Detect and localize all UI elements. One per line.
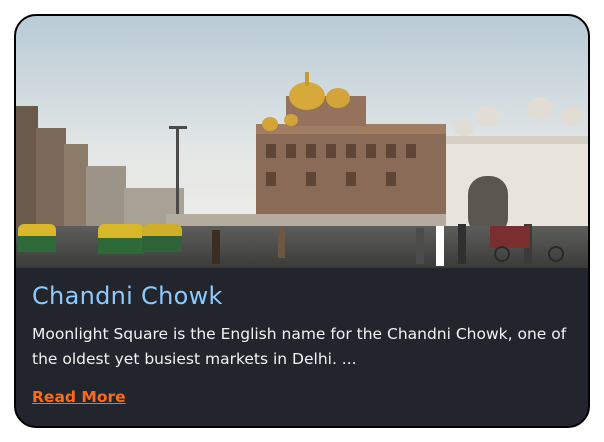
card-title: Chandni Chowk	[32, 282, 223, 310]
card-description: Moonlight Square is the English name for…	[32, 325, 567, 368]
card-image	[16, 16, 588, 268]
place-card: Chandni Chowk Moonlight Square is the En…	[14, 14, 590, 428]
read-more-link[interactable]: Read More	[32, 388, 126, 406]
